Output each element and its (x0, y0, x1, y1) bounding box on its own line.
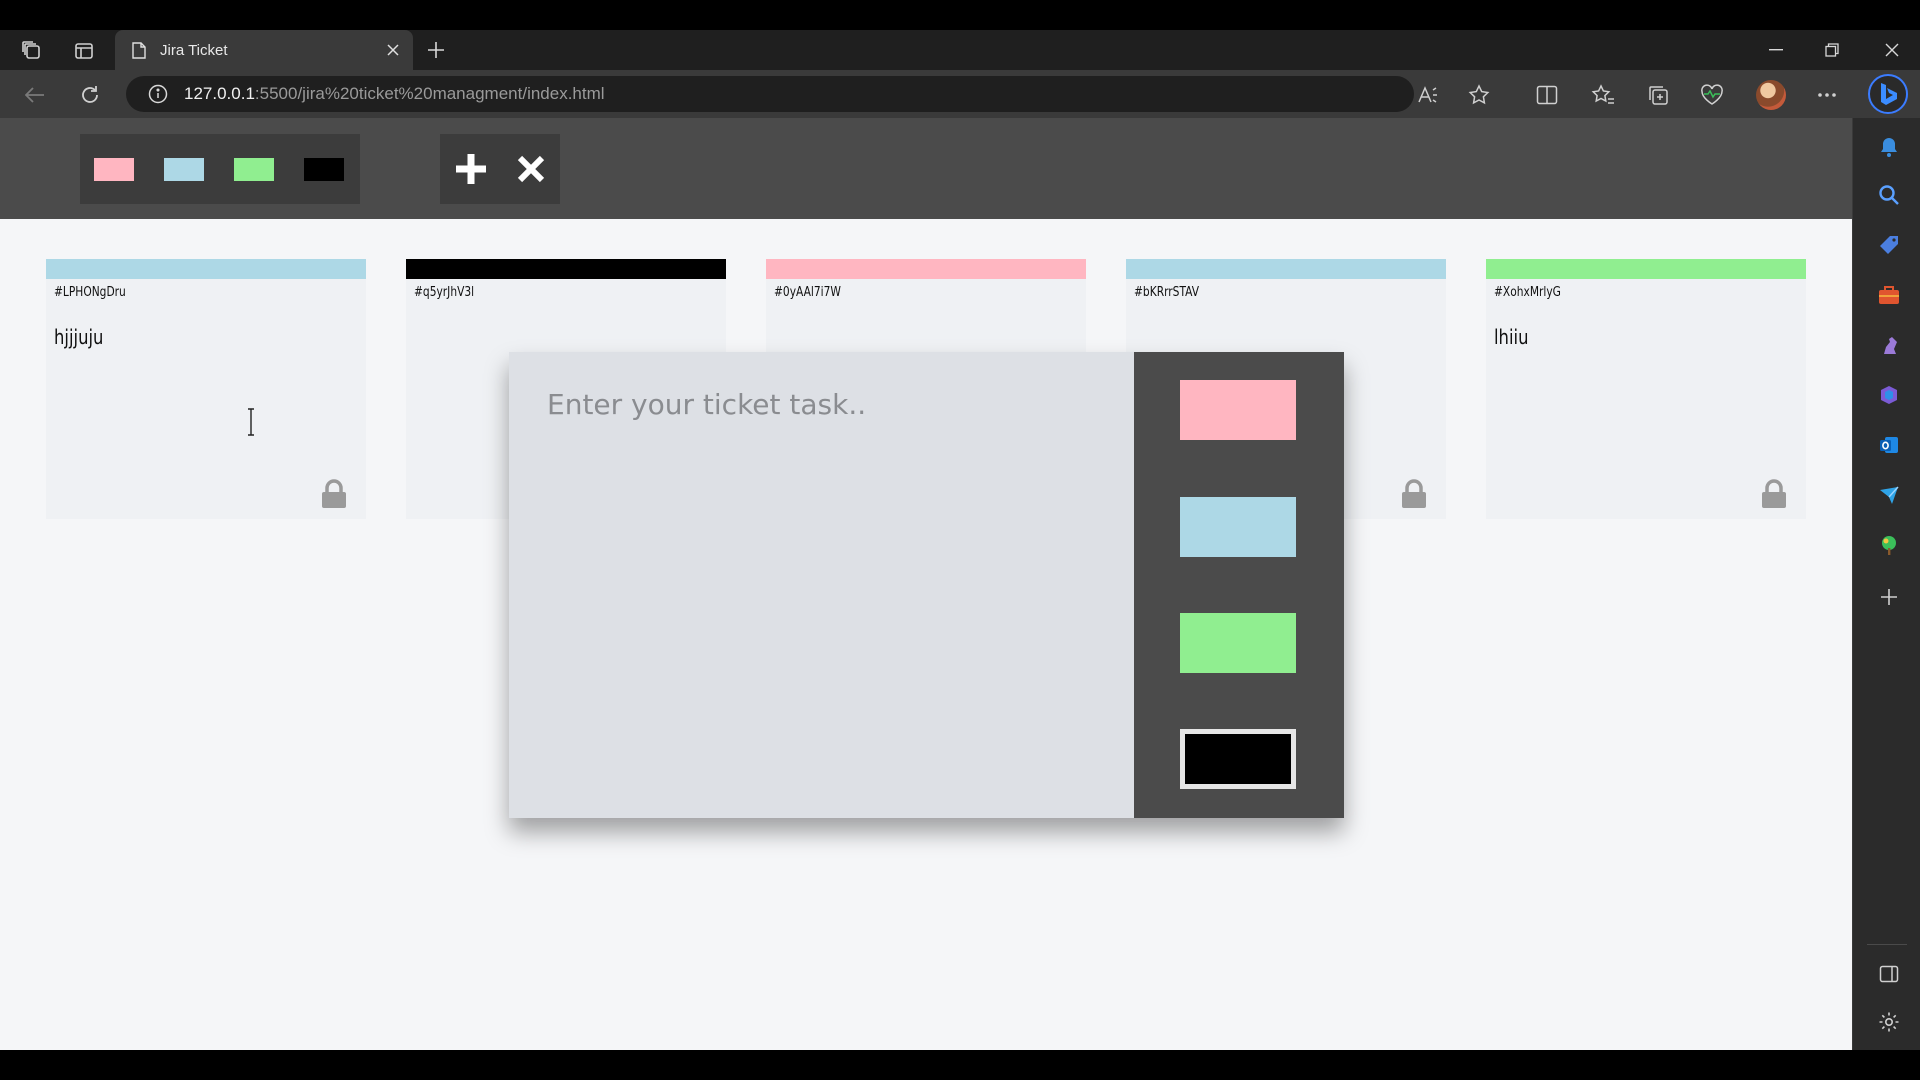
send-icon[interactable] (1875, 481, 1903, 509)
filter-color-green[interactable] (234, 158, 274, 181)
info-icon[interactable] (146, 82, 170, 106)
back-arrow-icon[interactable] (20, 80, 50, 110)
tab-title: Jira Ticket (160, 41, 228, 59)
ticket-color-bar (1126, 259, 1446, 279)
screen-top-border (0, 0, 1920, 30)
edge-sidebar (1852, 118, 1920, 1050)
tools-briefcase-icon[interactable] (1875, 281, 1903, 309)
tab-actions-icon[interactable] (71, 38, 97, 64)
ticket-color-bar (766, 259, 1086, 279)
restore-icon[interactable] (1804, 30, 1860, 70)
ticket-id: #bKRrrSTAV (1134, 285, 1200, 300)
favorite-star-icon[interactable] (1466, 82, 1492, 108)
ticket-task: lhiiu (1494, 325, 1529, 349)
plus-icon[interactable] (450, 148, 492, 190)
filter-color-black[interactable] (304, 158, 344, 181)
screen-bottom-border (0, 1050, 1920, 1080)
page-viewport: #LPHONgDru hjjjuju #q5yrJhV3l #0yAAl7i7W… (0, 118, 1852, 1050)
lock-icon[interactable] (320, 479, 348, 509)
url-host: 127.0.0.1 (184, 84, 255, 103)
add-sidebar-app-icon[interactable] (1875, 583, 1903, 611)
hide-sidebar-icon[interactable] (1875, 960, 1903, 988)
read-aloud-icon[interactable] (1416, 82, 1442, 108)
url-path: :5500/jira%20ticket%20managment/index.ht… (254, 84, 605, 103)
ticket-id: #XohxMrlyG (1494, 285, 1561, 300)
color-filter-group (80, 134, 360, 204)
ticket-id: #q5yrJhV3l (414, 285, 475, 300)
microsoft-365-icon[interactable] (1875, 381, 1903, 409)
ticket-color-bar (1486, 259, 1806, 279)
filter-color-blue[interactable] (164, 158, 204, 181)
modal-color-picker (1134, 352, 1344, 818)
sidebar-divider (1867, 944, 1907, 945)
window-close-icon[interactable] (1864, 30, 1920, 70)
ticket-id: #LPHONgDru (54, 285, 126, 300)
reload-icon[interactable] (75, 80, 105, 110)
lock-icon[interactable] (1760, 479, 1788, 509)
split-screen-icon[interactable] (1532, 80, 1562, 110)
minimize-icon[interactable] (1748, 30, 1804, 70)
url-bar[interactable]: 127.0.0.1:5500/jira%20ticket%20managment… (126, 76, 1490, 112)
tab-jira-ticket[interactable]: Jira Ticket (115, 30, 413, 70)
games-chess-icon[interactable] (1875, 331, 1903, 359)
url-text: 127.0.0.1:5500/jira%20ticket%20managment… (184, 84, 605, 104)
filter-color-pink[interactable] (94, 158, 134, 181)
close-icon[interactable] (510, 148, 552, 190)
ticket-id: #0yAAl7i7W (774, 285, 841, 300)
collections-icon[interactable] (1643, 80, 1673, 110)
ticket-toolbar (0, 118, 1852, 219)
profile-avatar[interactable] (1756, 80, 1786, 110)
ticket-color-bar (46, 259, 366, 279)
ticket-card[interactable]: #LPHONgDru hjjjuju (46, 259, 366, 519)
more-options-icon[interactable] (1812, 80, 1842, 110)
workspaces-icon[interactable] (19, 38, 45, 64)
settings-gear-icon[interactable] (1875, 1008, 1903, 1036)
modal-color-black[interactable] (1180, 729, 1296, 789)
tab-close-icon[interactable] (379, 36, 407, 64)
ticket-task-input[interactable] (509, 352, 1134, 818)
page-icon (130, 41, 148, 59)
ticket-color-bar (406, 259, 726, 279)
browser-address-bar: 127.0.0.1:5500/jira%20ticket%20managment… (0, 70, 1920, 118)
outlook-icon[interactable] (1875, 431, 1903, 459)
browser-tab-bar: Jira Ticket (0, 30, 1920, 70)
modal-color-green[interactable] (1180, 613, 1296, 673)
action-group (440, 134, 560, 204)
favorites-icon[interactable] (1588, 80, 1618, 110)
ticket-modal (509, 352, 1344, 818)
browser-essentials-icon[interactable] (1697, 80, 1727, 110)
bell-icon[interactable] (1875, 133, 1903, 161)
modal-color-blue[interactable] (1180, 497, 1296, 557)
tree-icon[interactable] (1875, 531, 1903, 559)
ticket-card[interactable]: #XohxMrlyG lhiiu (1486, 259, 1806, 519)
shopping-tag-icon[interactable] (1875, 231, 1903, 259)
ticket-task: hjjjuju (54, 325, 104, 349)
search-icon[interactable] (1875, 181, 1903, 209)
modal-color-pink[interactable] (1180, 380, 1296, 440)
new-tab-icon[interactable] (422, 36, 450, 64)
copilot-icon[interactable] (1868, 74, 1908, 114)
lock-icon[interactable] (1400, 479, 1428, 509)
